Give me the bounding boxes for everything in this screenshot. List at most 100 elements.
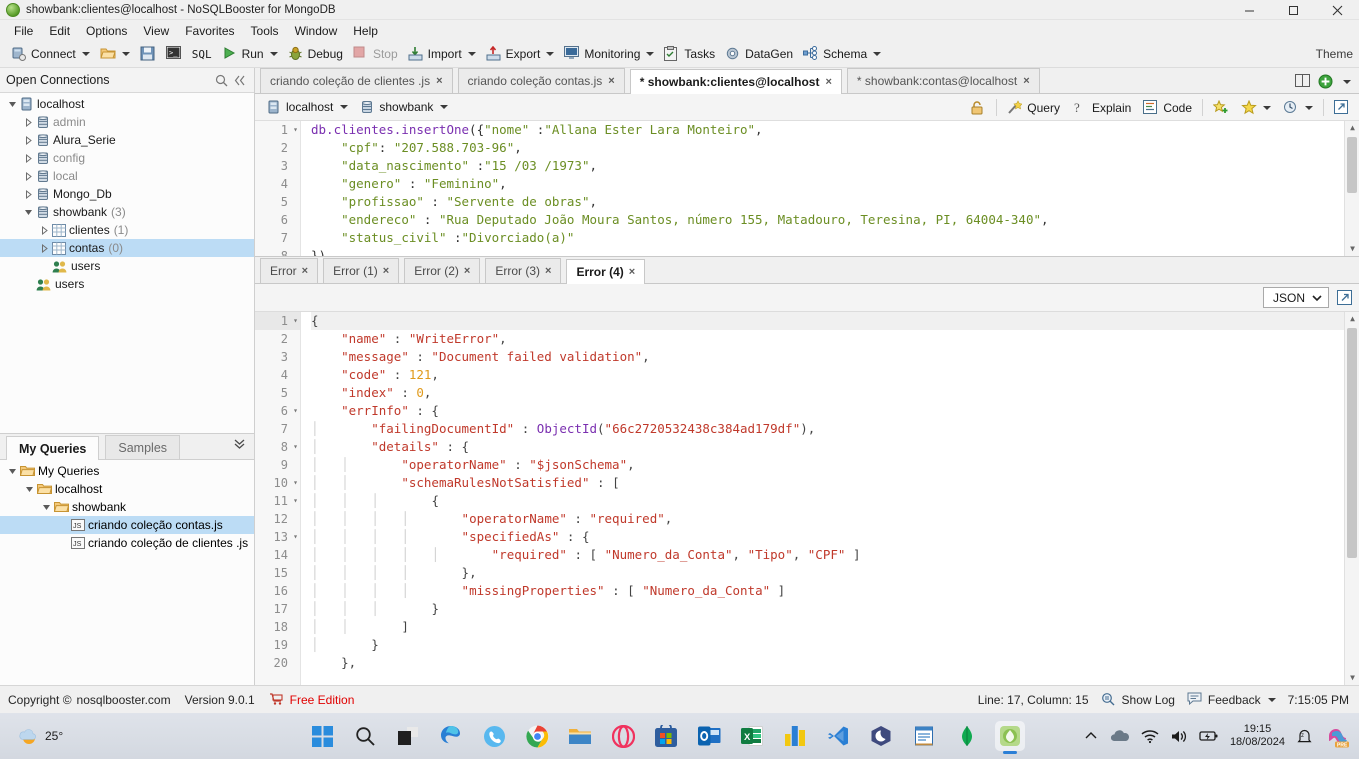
result-editor-scrollbar[interactable]: ▲ ▼ (1344, 312, 1359, 685)
scrollbar-thumb[interactable] (1347, 137, 1357, 193)
connect-button[interactable]: Connect (6, 43, 95, 66)
connections-tree[interactable]: localhost admin Alura_Serie config local Mong… (0, 93, 254, 433)
nosqlbooster-icon[interactable] (995, 721, 1026, 754)
power-bi-icon[interactable] (780, 721, 810, 751)
query-node-localhost[interactable]: localhost (0, 480, 254, 498)
chevron-down-icon[interactable] (873, 52, 882, 56)
chevron-down-icon[interactable] (1305, 105, 1313, 110)
free-edition-badge[interactable]: Free Edition (269, 692, 354, 708)
chrome-icon[interactable] (522, 721, 552, 751)
fold-toggle-icon[interactable]: ▾ (293, 474, 298, 492)
tab-samples[interactable]: Samples (105, 435, 181, 459)
split-view-icon[interactable] (1295, 74, 1311, 90)
tree-node-localhost[interactable]: localhost (0, 95, 254, 113)
wifi-icon[interactable] (1141, 729, 1159, 744)
feedback-button[interactable]: Feedback (1187, 692, 1276, 708)
theme-button[interactable]: Theme (1316, 47, 1353, 61)
sql-button[interactable]: SQL (187, 43, 217, 66)
menu-edit[interactable]: Edit (41, 22, 78, 40)
chevron-double-down-icon[interactable] (233, 438, 246, 452)
collapsed-arrow-icon[interactable] (22, 189, 34, 199)
chevron-down-icon[interactable] (440, 105, 449, 109)
editor-tab[interactable]: criando coleção de clientes .js × (260, 68, 453, 93)
tree-node-showbank[interactable]: showbank (3) (0, 203, 254, 221)
favorites-button[interactable] (1236, 97, 1276, 119)
edge-icon[interactable] (436, 721, 466, 751)
menu-window[interactable]: Window (287, 22, 346, 40)
tasks-button[interactable]: Tasks (659, 43, 720, 66)
site-label[interactable]: nosqlbooster.com (77, 693, 171, 707)
close-icon[interactable]: × (545, 265, 551, 277)
chevron-down-icon[interactable] (1267, 697, 1276, 702)
close-icon[interactable]: × (383, 265, 389, 277)
query-node-criando-cole-o-de-clientes-js[interactable]: JS criando coleção de clientes .js (0, 534, 254, 552)
close-icon[interactable]: × (464, 265, 470, 277)
editor-tab[interactable]: * showbank:clientes@localhost × (629, 69, 842, 94)
fold-toggle-icon[interactable]: ▾ (293, 492, 298, 510)
battery-icon[interactable] (1199, 729, 1219, 743)
history-button[interactable] (1278, 97, 1318, 119)
collapsed-arrow-icon[interactable] (38, 225, 50, 235)
shell-button[interactable]: >_ (161, 43, 187, 66)
notifications-icon[interactable]: z (1296, 728, 1314, 745)
query-button[interactable]: Query (1002, 97, 1065, 119)
collapsed-arrow-icon[interactable] (38, 243, 50, 253)
expanded-arrow-icon[interactable] (40, 503, 52, 512)
query-node-my-queries[interactable]: My Queries (0, 462, 254, 480)
database-selector[interactable]: showbank (354, 98, 454, 116)
close-icon[interactable]: × (1023, 75, 1029, 87)
chevron-down-icon[interactable] (546, 52, 555, 56)
menu-options[interactable]: Options (78, 22, 135, 40)
collapsed-arrow-icon[interactable] (22, 135, 34, 145)
tree-node-local[interactable]: local (0, 167, 254, 185)
taskbar-clock[interactable]: 19:15 18/08/2024 (1230, 723, 1285, 749)
close-icon[interactable]: × (608, 75, 614, 87)
menu-help[interactable]: Help (345, 22, 386, 40)
export-button[interactable]: Export (481, 43, 560, 66)
chevron-down-icon[interactable] (1312, 293, 1322, 303)
result-tab[interactable]: Error (3) × (485, 258, 562, 283)
notepad-icon[interactable] (909, 721, 939, 751)
copilot-icon[interactable]: PRE (1325, 724, 1351, 748)
scroll-up-arrow[interactable]: ▲ (1345, 312, 1359, 326)
result-editor-content[interactable]: { "name" : "WriteError", "message" : "Do… (301, 312, 1359, 685)
menu-tools[interactable]: Tools (243, 22, 287, 40)
debug-button[interactable]: Debug (283, 43, 348, 66)
datagen-button[interactable]: DataGen (720, 43, 798, 66)
fold-toggle-icon[interactable]: ▾ (293, 121, 298, 139)
fold-toggle-icon[interactable]: ▾ (293, 528, 298, 546)
expanded-arrow-icon[interactable] (6, 467, 18, 476)
code-button[interactable]: Code (1138, 97, 1197, 119)
file-explorer-icon[interactable] (565, 721, 595, 751)
chevron-down-icon[interactable] (1343, 80, 1351, 84)
scroll-up-arrow[interactable]: ▲ (1345, 121, 1359, 135)
monitoring-button[interactable]: Monitoring (559, 43, 659, 66)
scroll-down-arrow[interactable]: ▼ (1345, 242, 1359, 256)
fold-toggle-icon[interactable]: ▾ (293, 402, 298, 420)
opera-icon[interactable] (608, 721, 638, 751)
open-file-button[interactable] (95, 43, 135, 66)
tree-node-users[interactable]: users (0, 257, 254, 275)
chevron-down-icon[interactable] (340, 105, 349, 109)
excel-icon[interactable]: X (737, 721, 767, 751)
scrollbar-thumb[interactable] (1347, 328, 1357, 558)
collapsed-arrow-icon[interactable] (22, 171, 34, 181)
code-editor-scrollbar[interactable]: ▲ ▼ (1344, 121, 1359, 256)
maximize-button[interactable] (1271, 0, 1315, 20)
onedrive-icon[interactable] (1110, 728, 1130, 744)
import-button[interactable]: Import (403, 43, 481, 66)
collapse-icon[interactable] (230, 71, 248, 89)
menu-view[interactable]: View (135, 22, 177, 40)
tree-node-admin[interactable]: admin (0, 113, 254, 131)
close-icon[interactable]: × (436, 75, 442, 87)
chevron-down-icon[interactable] (81, 52, 90, 56)
result-tab[interactable]: Error (2) × (404, 258, 481, 283)
insomnia-icon[interactable] (866, 721, 896, 751)
code-editor[interactable]: 1 ▾ 2 3 4 5 6 7 8 db.clientes.insertOne({"nome" … (255, 121, 1359, 257)
tree-node-alura-serie[interactable]: Alura_Serie (0, 131, 254, 149)
fold-toggle-icon[interactable]: ▾ (293, 312, 298, 330)
show-log-button[interactable]: Show Log (1101, 692, 1175, 708)
tab-my-queries[interactable]: My Queries (6, 436, 100, 460)
start-button[interactable] (307, 721, 337, 751)
tree-node-clientes[interactable]: clientes (1) (0, 221, 254, 239)
